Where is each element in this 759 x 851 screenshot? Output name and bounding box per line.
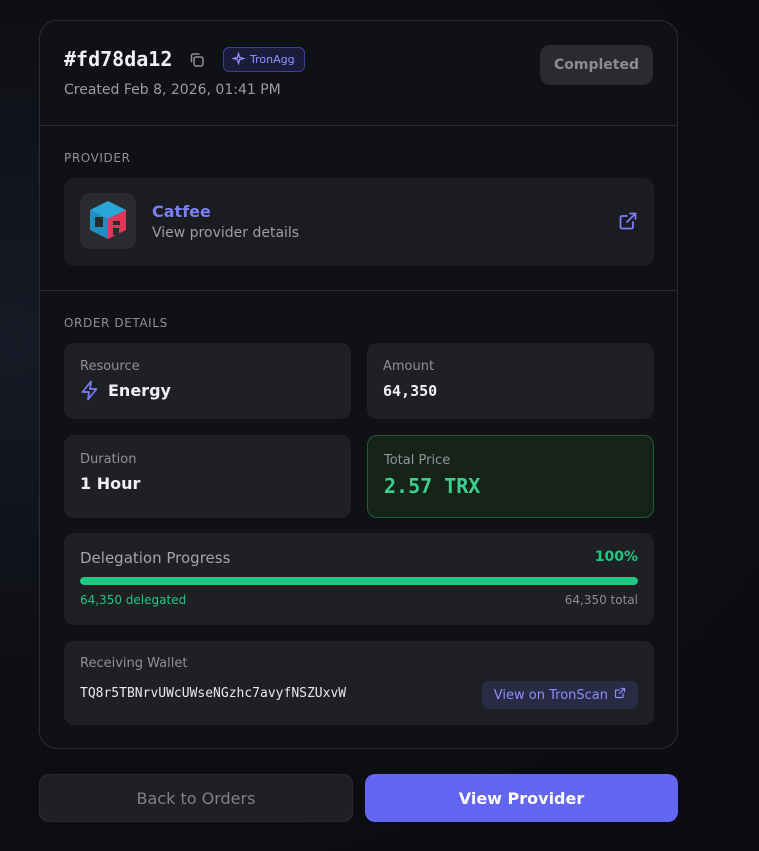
resource-label: Resource	[80, 359, 140, 374]
total-price-value: 2.57 TRX	[384, 474, 481, 498]
delegation-progress-card: Delegation Progress 100% 64,350 delegate…	[64, 533, 654, 625]
copy-icon[interactable]	[188, 51, 206, 69]
provider-card[interactable]: Catfee View provider details	[64, 178, 654, 266]
duration-label: Duration	[80, 452, 137, 467]
external-link-icon	[614, 687, 626, 703]
progress-percent: 100%	[594, 549, 638, 565]
created-timestamp: Created Feb 8, 2026, 01:41 PM	[64, 82, 281, 98]
tronscan-button-label: View on TronScan	[493, 687, 608, 703]
resource-value: Energy	[108, 381, 171, 400]
view-provider-button[interactable]: View Provider	[365, 774, 678, 822]
lightning-icon	[80, 380, 99, 405]
duration-value: 1 Hour	[80, 474, 141, 493]
delegated-amount: 64,350 delegated	[80, 593, 187, 607]
order-id: #fd78da12	[64, 47, 173, 71]
order-details-section-label: ORDER DETAILS	[64, 316, 168, 330]
amount-label: Amount	[383, 359, 435, 374]
amount-tile: Amount 64,350	[367, 343, 654, 419]
receiving-wallet-card: Receiving Wallet TQ8r5TBNrvUWcUWseNGzhc7…	[64, 641, 654, 725]
order-card: #fd78da12 TronAgg Created Feb 8, 2026, 0…	[39, 20, 678, 749]
order-header: #fd78da12 TronAgg Created Feb 8, 2026, 0…	[40, 21, 677, 126]
progress-bar	[80, 577, 638, 585]
provider-logo	[80, 193, 136, 249]
section-divider	[40, 290, 677, 291]
wallet-address: TQ8r5TBNrvUWcUWseNGzhc7avyfNSZUxvW	[80, 686, 347, 701]
sparkle-icon	[231, 50, 246, 68]
resource-tile: Resource Energy	[64, 343, 351, 419]
aggregator-tag-label: TronAgg	[250, 53, 295, 66]
back-to-orders-button[interactable]: Back to Orders	[39, 774, 353, 822]
wallet-label: Receiving Wallet	[80, 656, 188, 671]
duration-tile: Duration 1 Hour	[64, 435, 351, 518]
amount-value: 64,350	[383, 382, 438, 400]
progress-label: Delegation Progress	[80, 549, 231, 567]
progress-bar-fill	[80, 577, 638, 585]
total-price-label: Total Price	[384, 453, 451, 468]
aggregator-tag: TronAgg	[223, 47, 305, 72]
total-amount: 64,350 total	[564, 593, 638, 607]
provider-name: Catfee	[152, 202, 211, 221]
view-on-tronscan-button[interactable]: View on TronScan	[481, 681, 638, 709]
provider-subtitle: View provider details	[152, 225, 300, 241]
provider-section-label: PROVIDER	[64, 151, 131, 165]
status-badge: Completed	[540, 45, 653, 85]
total-price-tile: Total Price 2.57 TRX	[367, 435, 654, 518]
external-link-icon[interactable]	[618, 211, 638, 231]
